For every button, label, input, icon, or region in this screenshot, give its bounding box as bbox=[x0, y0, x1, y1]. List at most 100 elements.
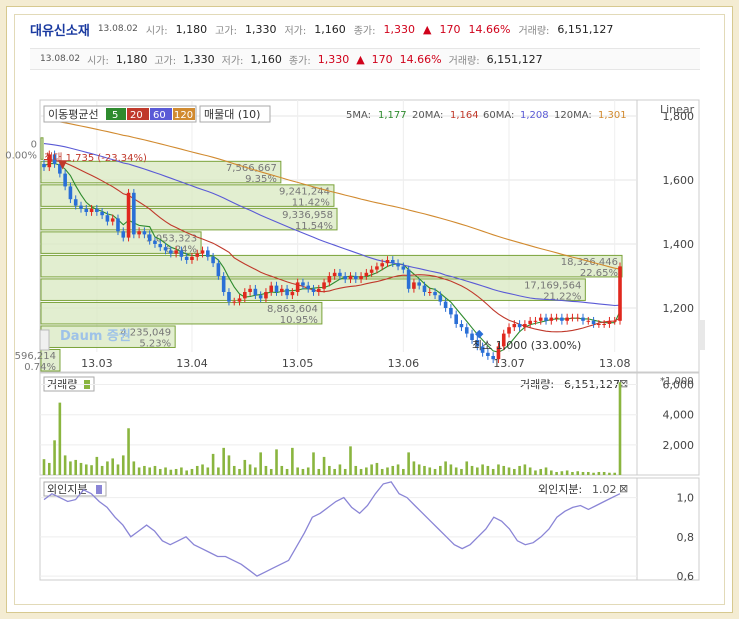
candle-body bbox=[454, 314, 458, 324]
candle-body bbox=[607, 320, 612, 324]
volume-bar bbox=[375, 462, 379, 475]
candle-body bbox=[184, 256, 189, 260]
profile-volume-label: 596,214 bbox=[15, 351, 56, 362]
volume-bar bbox=[586, 471, 590, 475]
stock-chart: 596,2140.74%4,235,0495.23%8,863,60410.95… bbox=[5, 99, 705, 583]
volume-bar bbox=[143, 465, 146, 475]
candle-body bbox=[63, 173, 67, 187]
candle-body bbox=[258, 295, 263, 299]
candle-body bbox=[528, 320, 532, 324]
candle-body bbox=[169, 250, 173, 254]
min-annotation: 최소 1,000 (33.00%) bbox=[472, 339, 581, 352]
candle-body bbox=[322, 282, 326, 289]
candle-body bbox=[190, 256, 194, 260]
candle-body bbox=[380, 263, 385, 267]
ma120-label: 120 bbox=[174, 110, 193, 121]
volume-bar bbox=[386, 467, 389, 475]
candle-body bbox=[554, 317, 559, 319]
volume-bar bbox=[407, 452, 410, 475]
candle-body bbox=[316, 288, 321, 292]
candle-body bbox=[586, 320, 591, 322]
scroll-handle[interactable] bbox=[39, 329, 50, 351]
candle-body bbox=[216, 263, 221, 276]
candle-body bbox=[390, 260, 395, 264]
foreign-y-tick: 1,0 bbox=[677, 492, 695, 505]
candle-body bbox=[179, 250, 184, 257]
x-tick: 13.08 bbox=[599, 357, 631, 370]
volume-bar bbox=[391, 465, 395, 475]
candle-body bbox=[121, 231, 126, 238]
volume-bar bbox=[63, 455, 67, 475]
volume-bar bbox=[180, 467, 183, 475]
ma-label: 이동평균선 bbox=[48, 108, 99, 121]
volume-bar bbox=[227, 455, 231, 475]
scale-label[interactable]: Linear bbox=[660, 103, 695, 116]
volume-bar bbox=[460, 468, 463, 475]
candle-body bbox=[248, 288, 252, 292]
ma5-readout-label: 5MA: bbox=[346, 110, 371, 121]
candle-body bbox=[116, 218, 120, 232]
candle-body bbox=[84, 208, 89, 212]
volume-bar bbox=[206, 467, 210, 475]
volume-bar bbox=[486, 465, 490, 475]
volume-bar bbox=[280, 465, 284, 475]
ma60-label: 60 bbox=[153, 110, 166, 121]
price-y-tick: 1,400 bbox=[663, 238, 695, 251]
candle-body bbox=[538, 317, 543, 321]
candle-body bbox=[353, 276, 358, 280]
volume-bar bbox=[470, 465, 474, 475]
candle-body bbox=[438, 295, 443, 302]
volume-bar bbox=[74, 459, 78, 475]
candle-body bbox=[332, 272, 337, 276]
candle-body bbox=[95, 208, 99, 212]
candle-body bbox=[126, 192, 131, 238]
zoom-handle[interactable] bbox=[699, 320, 705, 350]
ma60-readout-value: 1,208 bbox=[520, 110, 549, 121]
volume-bar bbox=[137, 467, 141, 475]
volume-bar bbox=[185, 470, 188, 475]
x-tick: 13.06 bbox=[388, 357, 420, 370]
volume-bar bbox=[349, 446, 352, 475]
candle-body bbox=[158, 244, 163, 248]
volume-bar bbox=[502, 465, 506, 475]
volume-bar bbox=[439, 465, 442, 475]
candle-body bbox=[311, 288, 316, 292]
volume-bar bbox=[412, 461, 416, 475]
volume-bar bbox=[95, 456, 99, 475]
volume-bar bbox=[111, 458, 114, 475]
candle-body bbox=[290, 292, 295, 296]
x-tick: 13.07 bbox=[493, 357, 525, 370]
candle-body bbox=[195, 253, 200, 257]
volume-bar bbox=[79, 462, 83, 475]
volume-bar bbox=[518, 465, 521, 475]
candle-body bbox=[327, 276, 332, 283]
volume-bar bbox=[396, 464, 400, 475]
volume-bar bbox=[211, 453, 215, 475]
candle-body bbox=[464, 327, 469, 334]
ma20-readout-value: 1,164 bbox=[450, 110, 479, 121]
candle-body bbox=[565, 317, 569, 321]
candle-body bbox=[369, 269, 374, 273]
volume-bar bbox=[301, 468, 305, 475]
volume-bar bbox=[613, 472, 617, 475]
volume-bar bbox=[317, 468, 321, 475]
foreign-y-tick: 0,8 bbox=[677, 531, 695, 544]
candle-body bbox=[359, 276, 363, 280]
volume-bar bbox=[312, 452, 315, 475]
volume-bar bbox=[365, 467, 368, 475]
volume-bar bbox=[343, 468, 347, 475]
candle-body bbox=[153, 240, 157, 244]
profile-pct-label: 22.65% bbox=[580, 268, 618, 279]
volume-bar bbox=[555, 471, 558, 475]
volume-bar bbox=[497, 464, 500, 475]
profile-volume-label: 9,336,958 bbox=[282, 210, 333, 221]
volume-bar bbox=[232, 465, 236, 475]
volume-bar bbox=[100, 465, 104, 475]
foreign-close-icon[interactable]: ⊠ bbox=[619, 482, 628, 495]
volume-bar bbox=[507, 467, 511, 475]
candle-body bbox=[243, 292, 247, 299]
profile-pct-label: 0.74% bbox=[24, 362, 56, 373]
volume-bar bbox=[238, 468, 241, 475]
volume-bar bbox=[534, 470, 537, 475]
x-tick: 13.04 bbox=[176, 357, 208, 370]
